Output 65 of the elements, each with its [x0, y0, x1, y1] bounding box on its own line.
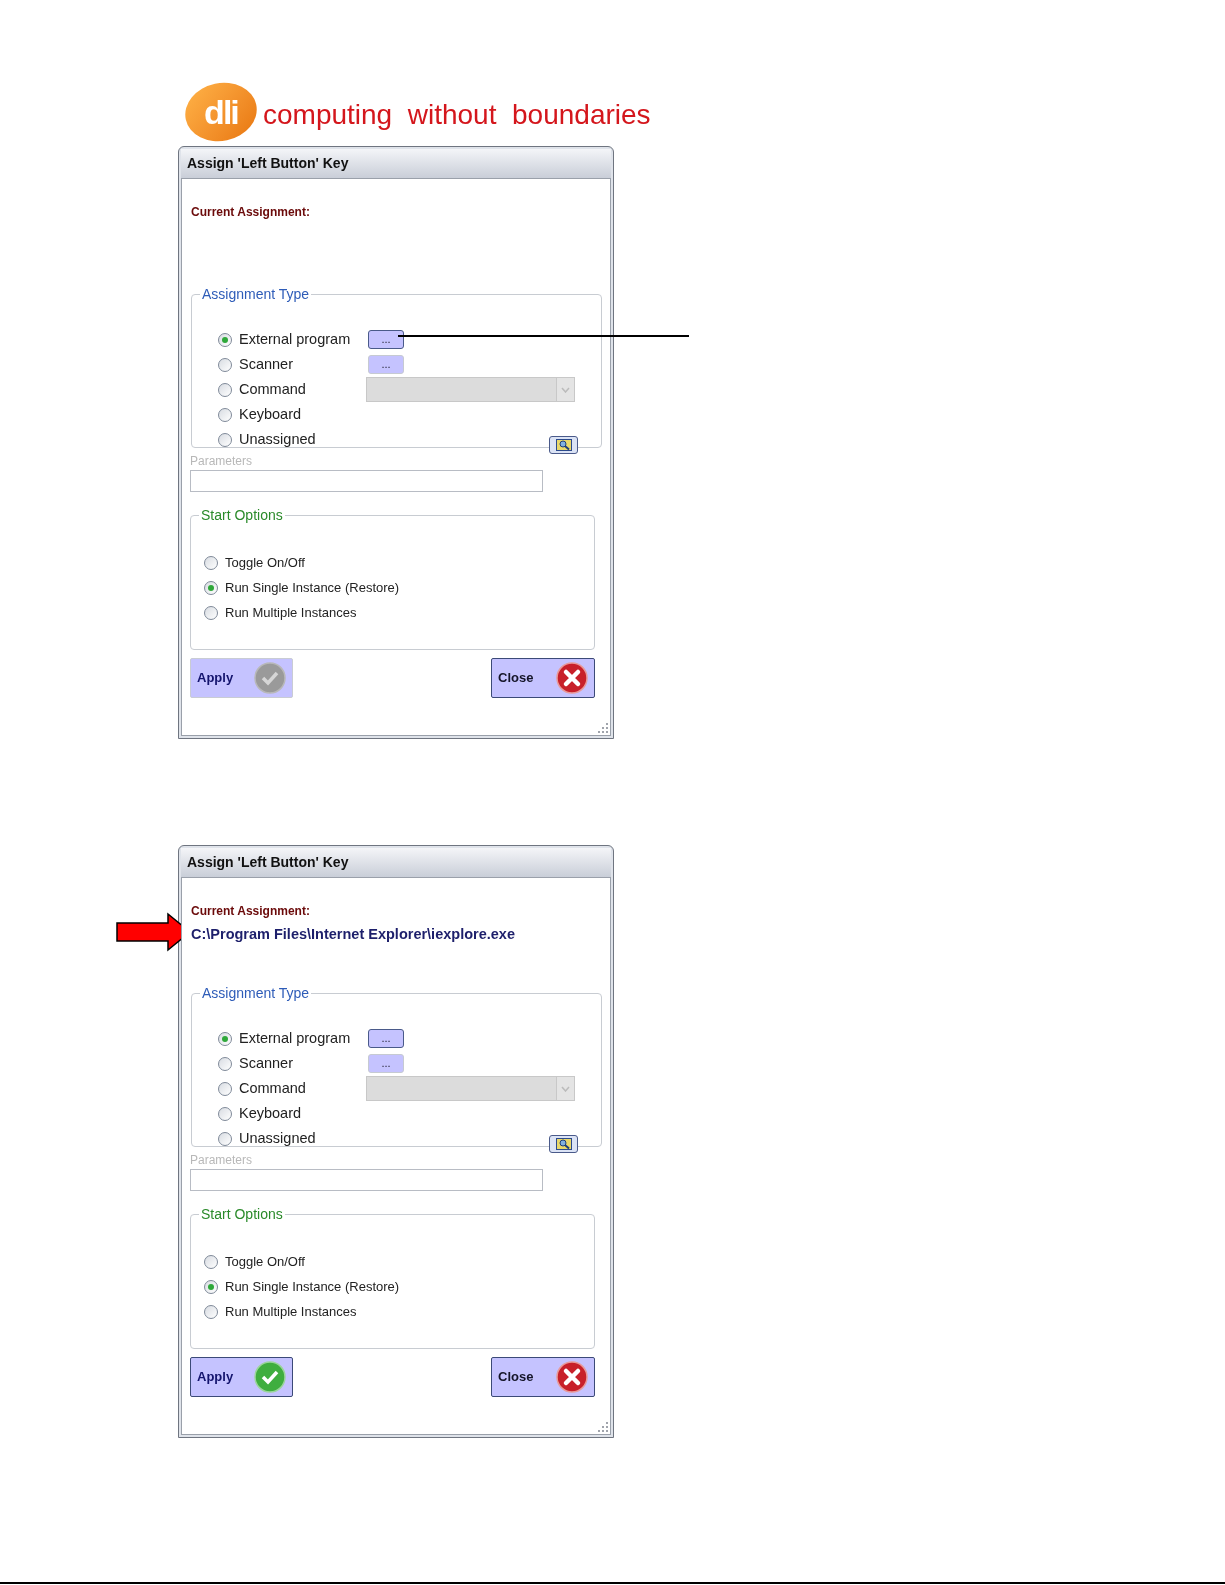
chevron-down-icon: [556, 1077, 574, 1100]
radio-button[interactable]: [218, 407, 232, 422]
browse-button[interactable]: ...: [368, 1054, 404, 1073]
option-label: Run Single Instance (Restore): [225, 578, 400, 597]
parameters-label: Parameters: [190, 453, 254, 470]
group-legend: Assignment Type: [200, 284, 312, 305]
group-legend: Assignment Type: [200, 983, 312, 1004]
option-label: External program: [239, 329, 351, 349]
radio-button[interactable]: [218, 1106, 232, 1121]
current-assignment-path: C:\Program Files\Internet Explorer\iexplore.exe: [191, 925, 516, 944]
image-browse-button[interactable]: [549, 436, 578, 454]
apply-button[interactable]: Apply: [190, 1357, 293, 1397]
radio-button[interactable]: [218, 432, 232, 447]
option-label: Scanner: [239, 354, 293, 374]
resize-grip-icon: [598, 1422, 608, 1432]
radio-button[interactable]: [218, 1131, 232, 1146]
group-legend: Start Options: [199, 1204, 285, 1225]
option-label: Unassigned: [239, 1128, 316, 1148]
current-assignment-label: Current Assignment:: [191, 903, 311, 920]
tagline: computing without boundaries: [263, 98, 651, 132]
chevron-down-icon: [556, 378, 574, 401]
parameters-label: Parameters: [190, 1152, 254, 1169]
option-label: Run Single Instance (Restore): [225, 1277, 400, 1296]
radio-button[interactable]: [204, 605, 218, 620]
close-button[interactable]: Close: [491, 658, 595, 698]
radio-button[interactable]: [218, 1056, 232, 1071]
radio-button[interactable]: [204, 1279, 218, 1294]
browse-button[interactable]: ...: [368, 1029, 404, 1048]
magnifier-picture-icon: [555, 439, 572, 451]
browse-button[interactable]: ...: [368, 355, 404, 374]
radio-button[interactable]: [204, 1254, 218, 1269]
radio-button[interactable]: [218, 332, 232, 347]
close-icon: [556, 1361, 588, 1393]
checkmark-icon: [254, 662, 286, 694]
radio-button[interactable]: [218, 1081, 232, 1096]
image-browse-button[interactable]: [549, 1135, 578, 1153]
option-label: Scanner: [239, 1053, 293, 1073]
group-legend: Start Options: [199, 505, 285, 526]
parameters-field[interactable]: [190, 470, 543, 492]
option-label: Run Multiple Instances: [225, 1302, 357, 1321]
radio-button[interactable]: [204, 555, 218, 570]
option-label: External program: [239, 1028, 351, 1048]
magnifier-picture-icon: [555, 1138, 572, 1150]
browse-button[interactable]: ...: [368, 330, 404, 349]
option-label: Unassigned: [239, 429, 316, 449]
window-title: Assign 'Left Button' Key: [181, 848, 611, 877]
radio-button[interactable]: [218, 382, 232, 397]
checkmark-icon: [254, 1361, 286, 1393]
resize-grip-icon: [598, 723, 608, 733]
current-assignment-label: Current Assignment:: [191, 204, 311, 221]
radio-button[interactable]: [218, 357, 232, 372]
window-title: Assign 'Left Button' Key: [181, 149, 611, 178]
radio-button[interactable]: [204, 580, 218, 595]
option-label: Toggle On/Off: [225, 553, 305, 572]
option-label: Keyboard: [239, 404, 302, 424]
option-label: Command: [239, 1078, 306, 1098]
option-label: Keyboard: [239, 1103, 302, 1123]
option-label: Run Multiple Instances: [225, 603, 357, 622]
option-label: Toggle On/Off: [225, 1252, 305, 1271]
option-label: Command: [239, 379, 306, 399]
parameters-field[interactable]: [190, 1169, 543, 1191]
close-button[interactable]: Close: [491, 1357, 595, 1397]
radio-button[interactable]: [204, 1304, 218, 1319]
radio-button[interactable]: [218, 1031, 232, 1046]
close-icon: [556, 662, 588, 694]
